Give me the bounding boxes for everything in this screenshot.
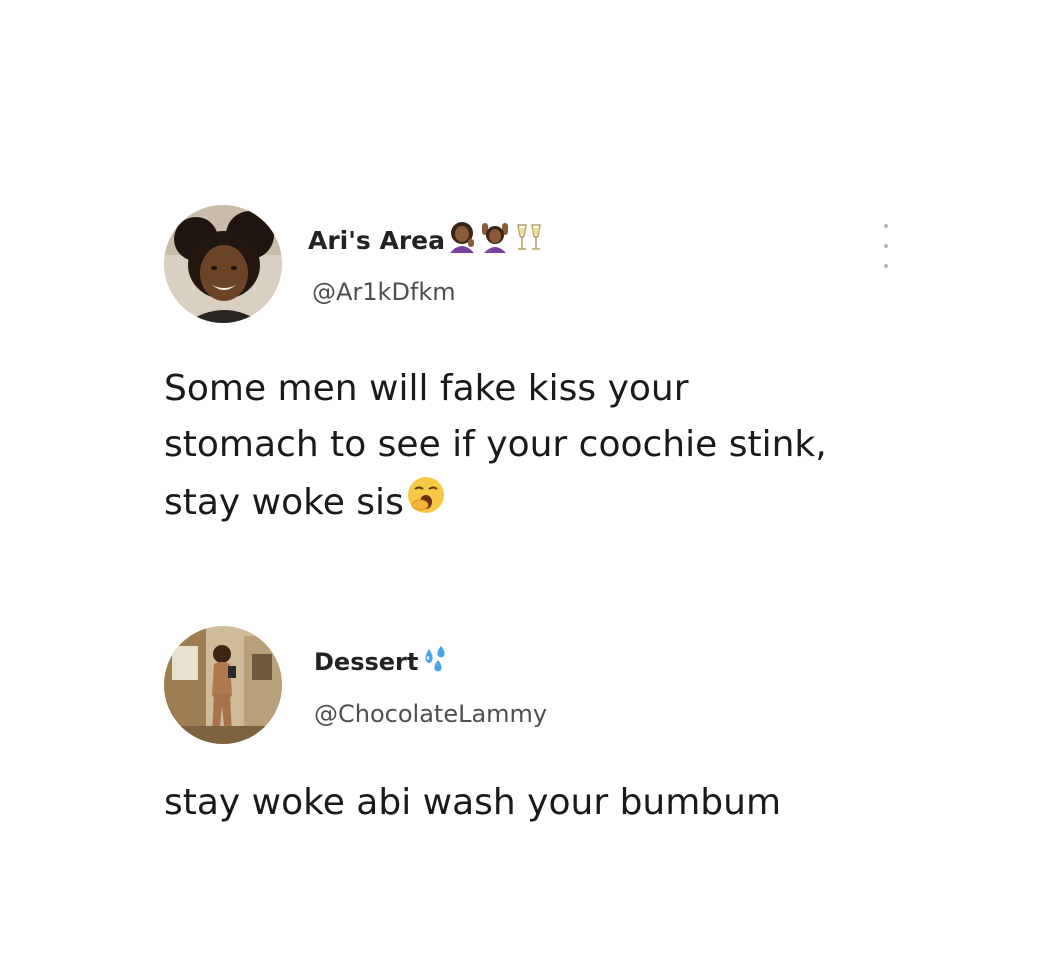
avatar-dessert[interactable] [164,626,282,744]
tweet-text-line: stomach to see if your coochie stink, [164,424,827,465]
tweet-text-line-last: stay woke sis [164,475,446,530]
handle-dessert[interactable]: @ChocolateLammy [314,700,547,728]
menu-dot [884,244,888,248]
menu-dot [884,264,888,268]
menu-dot [884,224,888,228]
display-name-text: Ari's Area [308,225,445,255]
tweet-text-line: stay woke sis [164,481,404,523]
handle-ari[interactable]: @Ar1kDfkm [312,278,456,306]
avatar-ari[interactable] [164,205,282,323]
display-name-text: Dessert [314,648,419,676]
tweet-text-line: Some men will fake kiss your [164,368,689,409]
display-name-dessert[interactable]: Dessert [314,645,450,679]
clinking-glasses-icon [515,221,543,259]
woman-raising-hands-icon [481,221,509,259]
display-name-ari[interactable]: Ari's Area [308,222,543,258]
more-options-icon[interactable] [878,224,894,268]
sweat-droplets-icon [420,644,450,680]
yawning-face-icon [406,475,446,530]
avatar-photo-dessert [164,626,282,744]
tweet-text-line: stay woke abi wash your bumbum [164,782,782,823]
avatar-photo-ari [164,205,282,323]
woman-tipping-hand-icon [447,221,477,259]
